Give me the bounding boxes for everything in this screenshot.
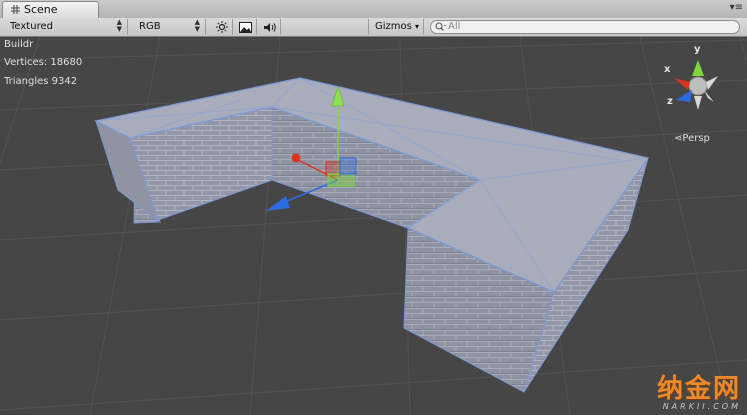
gizmos-label: Gizmos: [375, 21, 412, 32]
gizmos-dropdown[interactable]: Gizmos ▾: [368, 19, 424, 35]
lighting-toggle-button[interactable]: [211, 19, 233, 35]
scene-canvas[interactable]: [0, 37, 747, 415]
grid-icon: [11, 5, 20, 14]
color-mode-dropdown[interactable]: RGB ▲ ▼: [133, 19, 206, 35]
axis-y-label: y: [694, 44, 701, 55]
axis-x-label: x: [664, 64, 671, 75]
updown-arrow-icon: ▲ ▼: [116, 18, 122, 33]
speaker-icon: [263, 22, 276, 32]
image-icon: [239, 21, 252, 33]
watermark-main: 纳金网: [656, 374, 741, 404]
sun-icon: [215, 21, 228, 33]
watermark-logo: 纳金网 NARKII.COM: [657, 376, 741, 411]
triangles-count: Triangles 9342: [4, 76, 78, 87]
tab-scene-label: Scene: [24, 3, 58, 16]
object-name: Buildr: [4, 39, 34, 50]
tab-bar: Scene ▾≡: [0, 0, 747, 19]
scene-viewport[interactable]: Buildr Vertices: 18680 Triangles 9342 y …: [0, 37, 747, 415]
audio-toggle-button[interactable]: [259, 19, 281, 35]
vertices-count: Vertices: 18680: [4, 57, 83, 68]
search-input[interactable]: All: [430, 20, 740, 34]
updown-arrow-icon: ▲ ▼: [194, 18, 200, 33]
scene-toolbar: Textured ▲ ▼ RGB ▲ ▼ Gizmos ▾ All: [0, 18, 747, 37]
watermark-sub: NARKII.COM: [662, 402, 741, 411]
tab-menu-icon[interactable]: ▾≡: [730, 2, 743, 13]
scene-effects-button[interactable]: [235, 19, 257, 35]
render-mode-dropdown[interactable]: Textured ▲ ▼: [4, 19, 128, 35]
search-placeholder: All: [448, 21, 461, 32]
scene-window: Scene ▾≡ Textured ▲ ▼ RGB ▲ ▼ Gizmos ▾ A…: [0, 0, 747, 415]
orientation-gizmo: [674, 60, 718, 110]
color-mode-value: RGB: [139, 21, 161, 32]
ground-grid: [0, 37, 747, 415]
tab-scene[interactable]: Scene: [2, 1, 99, 18]
projection-toggle[interactable]: ⋖Persp: [674, 133, 710, 144]
search-icon: [435, 22, 447, 36]
building-mesh: [94, 77, 650, 393]
projection-label: Persp: [682, 133, 710, 144]
chevron-down-icon: ▾: [414, 22, 419, 31]
render-mode-value: Textured: [10, 21, 53, 32]
axis-z-label: z: [667, 96, 673, 107]
